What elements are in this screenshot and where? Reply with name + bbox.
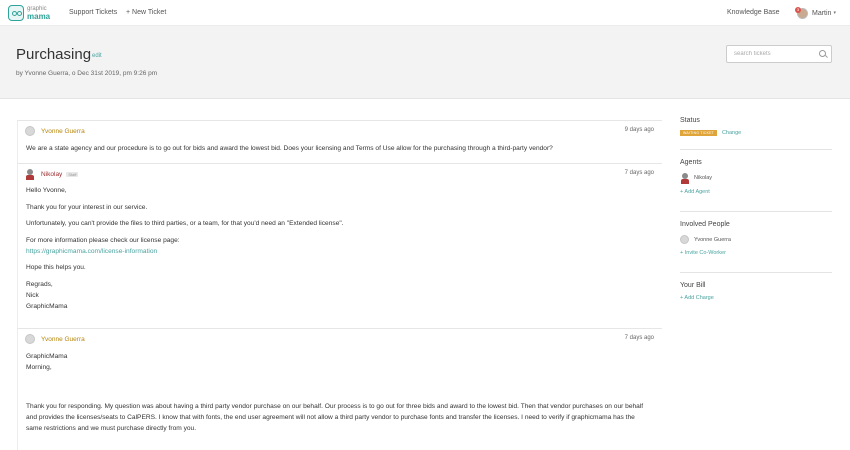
involved-title: Involved People [680, 221, 730, 228]
message-time: 7 days ago [624, 170, 654, 176]
agents-title: Agents [680, 159, 702, 166]
ticket-byline: by Yvonne Guerra, o Dec 31st 2019, pm 9:… [16, 70, 158, 77]
agent-name: Nikolay [694, 175, 713, 181]
agent-avatar [25, 169, 35, 180]
nav-new-ticket[interactable]: + New Ticket [126, 9, 166, 16]
status-section: Status WAITING TICKET Change [680, 117, 832, 136]
author-avatar [25, 334, 35, 344]
top-navbar: graphic mama Support Tickets + New Ticke… [0, 0, 850, 26]
message-author[interactable]: Nikolay [41, 171, 62, 178]
message-thread: Yvonne Guerra 9 days ago We are a state … [17, 120, 662, 450]
divider [680, 272, 832, 273]
involved-section: Involved People Yvonne Guerra + Invite C… [680, 221, 832, 256]
status-badge: WAITING TICKET [680, 130, 717, 136]
chevron-down-icon: ▾ [833, 10, 836, 16]
user-menu[interactable]: 3 Martin ▾ [795, 6, 836, 20]
message-time: 7 days ago [624, 335, 654, 341]
message-body: Hello Yvonne, Thank you for your interes… [26, 187, 344, 310]
bill-section: Your Bill + Add Charge [680, 282, 832, 301]
message-time: 9 days ago [624, 127, 654, 133]
message-item: Yvonne Guerra 7 days ago GraphicMama Mor… [17, 328, 662, 450]
agent-avatar [680, 173, 689, 184]
bill-title: Your Bill [680, 282, 706, 289]
divider [680, 149, 832, 150]
change-status-link[interactable]: Change [722, 130, 741, 136]
edit-title-link[interactable]: edit [92, 53, 102, 59]
search-icon[interactable] [819, 50, 826, 57]
message-item: Nikolay Staff 7 days ago Hello Yvonne, T… [17, 163, 662, 328]
search-input[interactable] [727, 46, 817, 62]
ticket-title: Purchasing [16, 46, 92, 63]
nav-knowledge-base[interactable]: Knowledge Base [727, 9, 780, 16]
message-body: GraphicMama Morning, Thank you for respo… [26, 353, 644, 432]
ticket-header: Purchasing edit by Yvonne Guerra, o Dec … [0, 26, 850, 99]
agent-item[interactable]: Nikolay [680, 173, 832, 184]
notification-badge: 3 [795, 6, 801, 13]
agents-section: Agents Nikolay + Add Agent [680, 159, 832, 195]
logo-text-bottom: mama [27, 12, 51, 21]
person-avatar [680, 235, 689, 244]
message-item: Yvonne Guerra 9 days ago We are a state … [17, 120, 662, 163]
message-body: We are a state agency and our procedure … [26, 145, 553, 152]
message-author[interactable]: Yvonne Guerra [41, 128, 85, 135]
search-box[interactable] [726, 45, 832, 63]
divider [680, 211, 832, 212]
user-name: Martin [812, 9, 832, 17]
involved-person-item[interactable]: Yvonne Guerra [680, 235, 832, 244]
license-link[interactable]: https://graphicmama.com/license-informat… [26, 248, 157, 255]
user-avatar: 3 [795, 6, 808, 19]
involved-person-name: Yvonne Guerra [694, 236, 731, 243]
graphicmama-logo[interactable]: graphic mama [8, 3, 54, 23]
staff-badge: Staff [66, 172, 79, 177]
add-charge-link[interactable]: + Add Charge [680, 295, 832, 301]
status-title: Status [680, 117, 700, 124]
message-author[interactable]: Yvonne Guerra [41, 336, 85, 343]
add-agent-link[interactable]: + Add Agent [680, 189, 832, 195]
author-avatar [25, 126, 35, 136]
logo-mark-icon [8, 5, 24, 21]
nav-support-tickets[interactable]: Support Tickets [69, 9, 117, 16]
invite-coworker-link[interactable]: + Invite Co-Worker [680, 250, 832, 256]
